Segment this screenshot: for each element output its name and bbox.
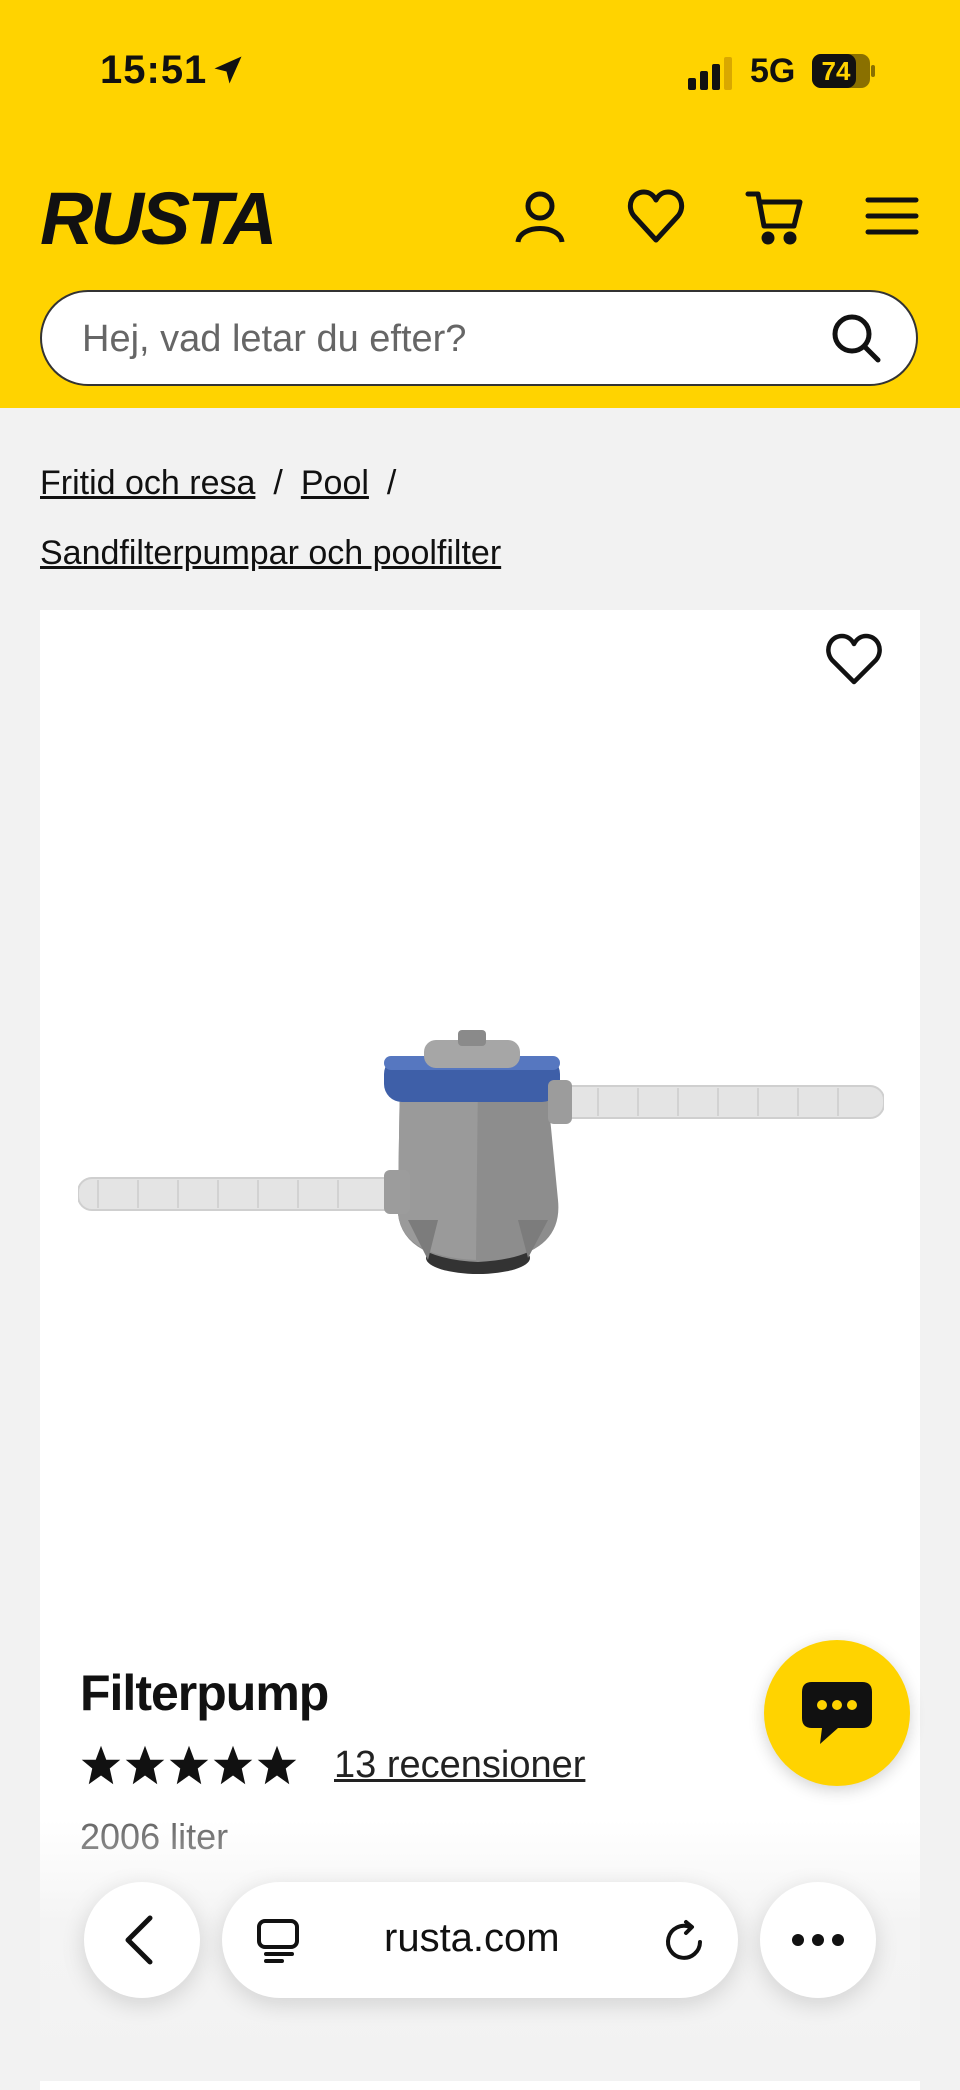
breadcrumb-separator: / <box>386 464 397 502</box>
cart-icon[interactable] <box>744 186 804 246</box>
star-icon <box>213 1745 253 1785</box>
heart-icon[interactable] <box>626 186 686 246</box>
status-time: 15:51 <box>100 48 208 92</box>
product-title: Filterpump <box>80 1665 329 1721</box>
star-icon <box>81 1745 121 1785</box>
network-label: 5G <box>750 52 796 90</box>
url-text: rusta.com <box>384 1916 560 1960</box>
product-image[interactable] <box>78 1020 884 1320</box>
star-icon <box>257 1745 297 1785</box>
ellipsis-icon <box>792 1934 844 1946</box>
logo-text: RUSTA <box>40 178 274 258</box>
tabs-icon[interactable] <box>256 1918 300 1964</box>
signal-icon <box>688 57 732 90</box>
search-bar[interactable] <box>40 290 918 386</box>
chat-bubble-icon <box>802 1682 872 1744</box>
browser-address-bar[interactable]: rusta.com <box>222 1882 738 1998</box>
breadcrumb-link-fritid[interactable]: Fritid och resa <box>40 464 255 502</box>
site-header: 15:51 5G 74 RUSTA <box>0 0 960 408</box>
user-icon[interactable] <box>510 186 570 246</box>
breadcrumb-link-sandfilter[interactable]: Sandfilterpumpar och poolfilter <box>40 534 501 572</box>
back-button[interactable] <box>84 1882 200 1998</box>
reload-icon[interactable] <box>662 1918 706 1964</box>
rusta-logo[interactable]: RUSTA <box>38 178 290 258</box>
chat-button[interactable] <box>764 1640 910 1786</box>
chevron-left-icon <box>125 1915 153 1965</box>
breadcrumb-link-pool[interactable]: Pool <box>301 464 369 502</box>
reviews-link[interactable]: 13 recensioner <box>334 1744 585 1787</box>
search-icon[interactable] <box>830 312 882 364</box>
battery-level: 74 <box>821 56 851 86</box>
add-to-wishlist-heart-icon[interactable] <box>824 632 884 688</box>
hamburger-menu-icon[interactable] <box>862 186 922 246</box>
rating-stars[interactable] <box>80 1744 298 1786</box>
star-icon <box>125 1745 165 1785</box>
location-arrow-icon <box>214 56 242 84</box>
star-icon <box>169 1745 209 1785</box>
breadcrumb-separator: / <box>273 464 283 502</box>
breadcrumb: Fritid och resa / Pool / Sandfilterpumpar o… <box>40 448 920 588</box>
more-options-button[interactable] <box>760 1882 876 1998</box>
search-input[interactable] <box>80 292 824 386</box>
